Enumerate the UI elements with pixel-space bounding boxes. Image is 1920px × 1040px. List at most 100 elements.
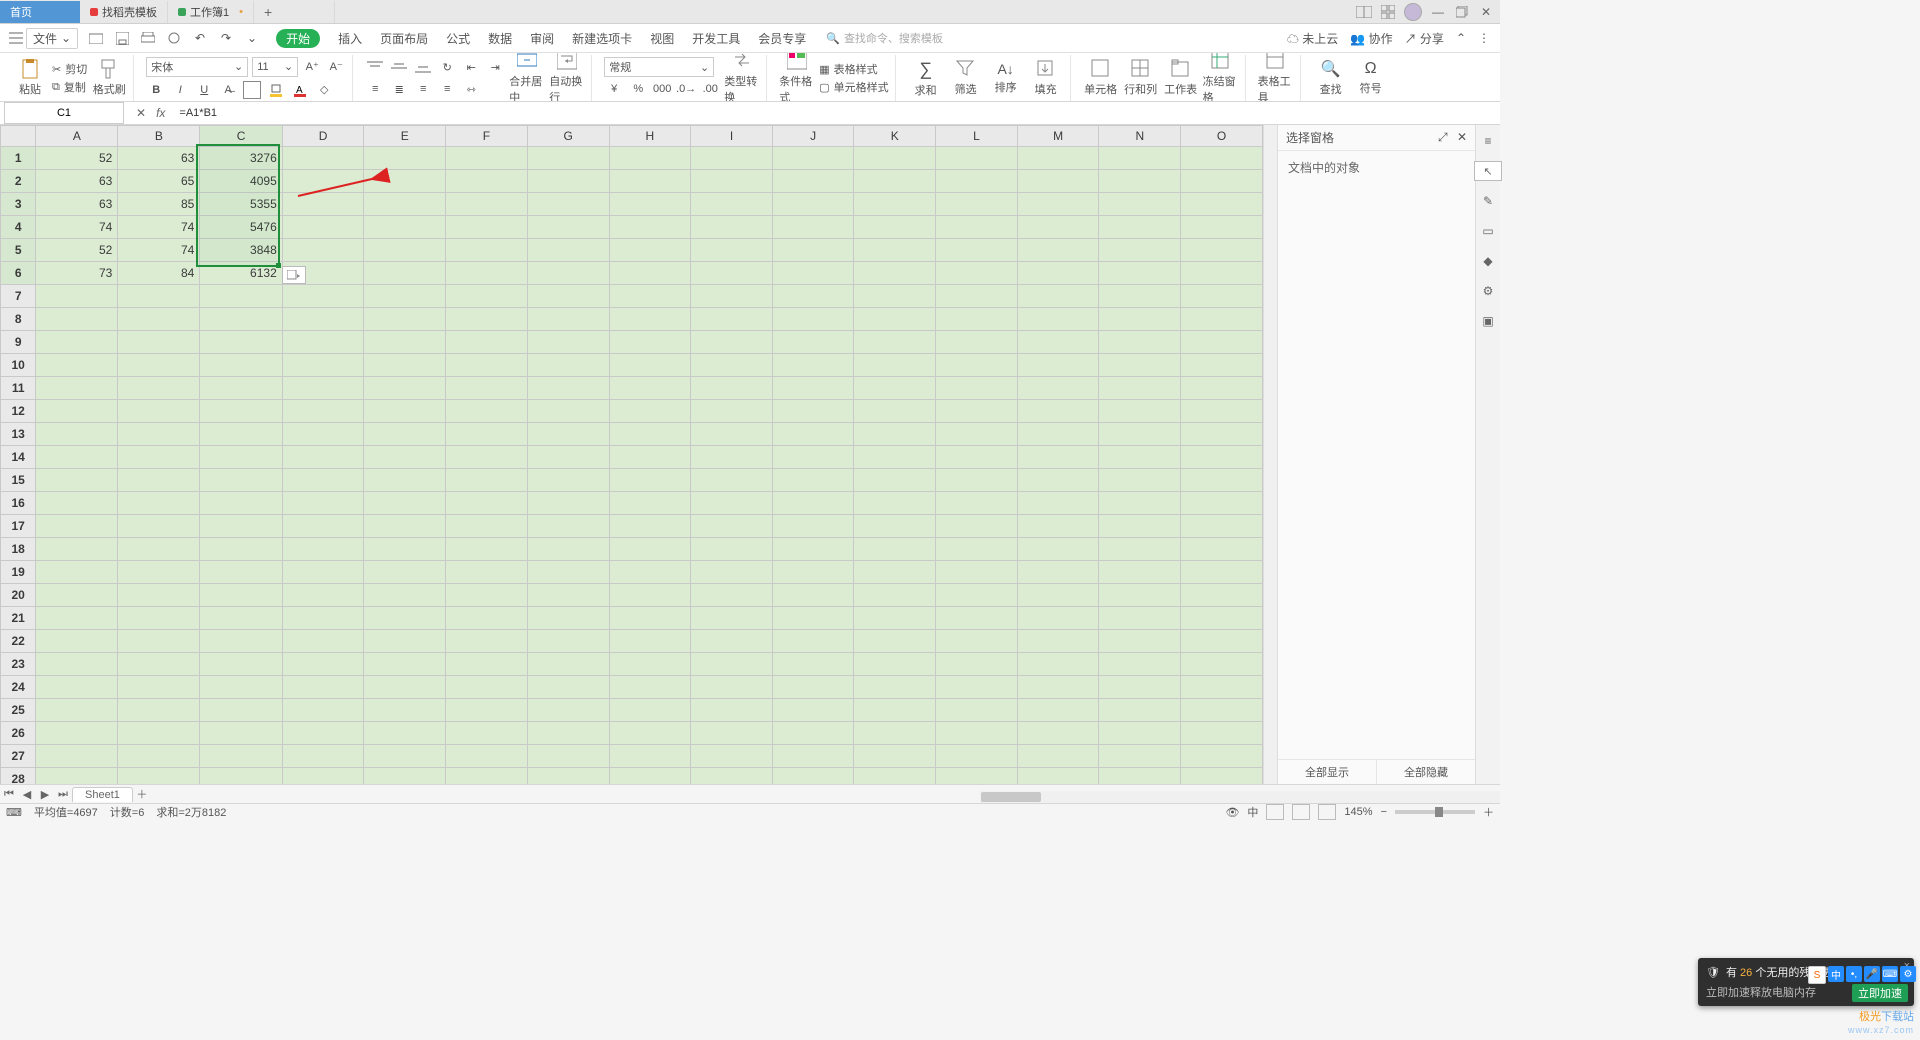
- zoom-out-icon[interactable]: −: [1381, 806, 1387, 818]
- cell[interactable]: [609, 216, 691, 239]
- cell[interactable]: [1099, 492, 1181, 515]
- cell[interactable]: [446, 193, 528, 216]
- cell[interactable]: [1099, 722, 1181, 745]
- row-header[interactable]: 6: [1, 262, 36, 285]
- cell[interactable]: [1181, 170, 1263, 193]
- cell[interactable]: 52: [36, 239, 118, 262]
- cell[interactable]: [1181, 722, 1263, 745]
- cell[interactable]: [282, 676, 364, 699]
- cell[interactable]: [1017, 377, 1099, 400]
- format-painter-button[interactable]: 格式刷: [91, 59, 127, 97]
- filter-button[interactable]: 筛选: [948, 59, 984, 97]
- cell[interactable]: [772, 561, 854, 584]
- cell[interactable]: [1017, 515, 1099, 538]
- dec-decimal-icon[interactable]: .00: [700, 79, 720, 99]
- formula-input[interactable]: =A1*B1: [173, 107, 1500, 119]
- cell[interactable]: [1099, 768, 1181, 785]
- cell[interactable]: [118, 607, 200, 630]
- cell[interactable]: [609, 653, 691, 676]
- fill-button[interactable]: 填充: [1028, 59, 1064, 97]
- cell[interactable]: [200, 676, 282, 699]
- cell[interactable]: [691, 768, 773, 785]
- hide-all-button[interactable]: 全部隐藏: [1376, 760, 1475, 784]
- cell[interactable]: [118, 538, 200, 561]
- cell[interactable]: [36, 492, 118, 515]
- cell[interactable]: [364, 745, 446, 768]
- cell[interactable]: [936, 147, 1018, 170]
- cell[interactable]: [282, 538, 364, 561]
- cell[interactable]: [609, 584, 691, 607]
- cell[interactable]: [691, 354, 773, 377]
- cell[interactable]: [1099, 331, 1181, 354]
- font-color-icon[interactable]: A: [290, 80, 310, 100]
- cell[interactable]: [854, 170, 936, 193]
- cell[interactable]: [282, 561, 364, 584]
- cell[interactable]: [36, 285, 118, 308]
- tab-add-button[interactable]: +: [254, 1, 335, 23]
- cell[interactable]: [772, 492, 854, 515]
- cell[interactable]: [282, 745, 364, 768]
- cell[interactable]: [527, 354, 609, 377]
- cell[interactable]: [1181, 538, 1263, 561]
- cell[interactable]: [1099, 584, 1181, 607]
- cell[interactable]: [854, 768, 936, 785]
- cell[interactable]: [772, 699, 854, 722]
- close-icon[interactable]: ✕: [1478, 4, 1494, 20]
- cell[interactable]: 74: [36, 216, 118, 239]
- align-bottom-icon[interactable]: [413, 57, 433, 77]
- vertical-scrollbar[interactable]: [1263, 125, 1277, 784]
- align-center-icon[interactable]: ≣: [389, 79, 409, 99]
- row-header[interactable]: 19: [1, 561, 36, 584]
- cell[interactable]: [691, 630, 773, 653]
- cell[interactable]: [118, 630, 200, 653]
- cell[interactable]: [936, 170, 1018, 193]
- orientation-icon[interactable]: ↻: [437, 57, 457, 77]
- cell[interactable]: [364, 423, 446, 446]
- cell[interactable]: [1017, 492, 1099, 515]
- cell[interactable]: [1017, 699, 1099, 722]
- sheet-button[interactable]: 工作表: [1163, 59, 1199, 97]
- cell[interactable]: [1099, 676, 1181, 699]
- cell[interactable]: [446, 653, 528, 676]
- tab-view[interactable]: 视图: [650, 30, 674, 47]
- cell[interactable]: [772, 768, 854, 785]
- row-header[interactable]: 27: [1, 745, 36, 768]
- cell[interactable]: [527, 676, 609, 699]
- cell[interactable]: [936, 607, 1018, 630]
- cell[interactable]: [282, 147, 364, 170]
- cell[interactable]: [1099, 561, 1181, 584]
- cell[interactable]: [527, 768, 609, 785]
- pane-close-icon[interactable]: ✕: [1457, 130, 1467, 144]
- cell[interactable]: [36, 515, 118, 538]
- cell[interactable]: [282, 492, 364, 515]
- cell[interactable]: [1017, 446, 1099, 469]
- cell[interactable]: [691, 653, 773, 676]
- cell[interactable]: [772, 469, 854, 492]
- cell[interactable]: [527, 216, 609, 239]
- cell[interactable]: [1099, 147, 1181, 170]
- cell[interactable]: [364, 239, 446, 262]
- cell[interactable]: [609, 607, 691, 630]
- cell[interactable]: [282, 193, 364, 216]
- cell[interactable]: [772, 515, 854, 538]
- cell[interactable]: [200, 722, 282, 745]
- cell[interactable]: [282, 308, 364, 331]
- col-header[interactable]: F: [446, 126, 528, 147]
- ime-cn-icon[interactable]: 中: [1828, 966, 1844, 982]
- cell[interactable]: [772, 285, 854, 308]
- cell[interactable]: 6132: [200, 262, 282, 285]
- cell[interactable]: [527, 285, 609, 308]
- cell[interactable]: [854, 515, 936, 538]
- cell[interactable]: [527, 193, 609, 216]
- cell[interactable]: [1181, 515, 1263, 538]
- cell[interactable]: [854, 630, 936, 653]
- row-header[interactable]: 23: [1, 653, 36, 676]
- cell[interactable]: [200, 446, 282, 469]
- cell[interactable]: [936, 584, 1018, 607]
- horizontal-scrollbar[interactable]: [980, 791, 1500, 803]
- cell[interactable]: [936, 676, 1018, 699]
- cell[interactable]: [364, 308, 446, 331]
- cell[interactable]: [36, 653, 118, 676]
- cell[interactable]: [200, 423, 282, 446]
- cell[interactable]: 73: [36, 262, 118, 285]
